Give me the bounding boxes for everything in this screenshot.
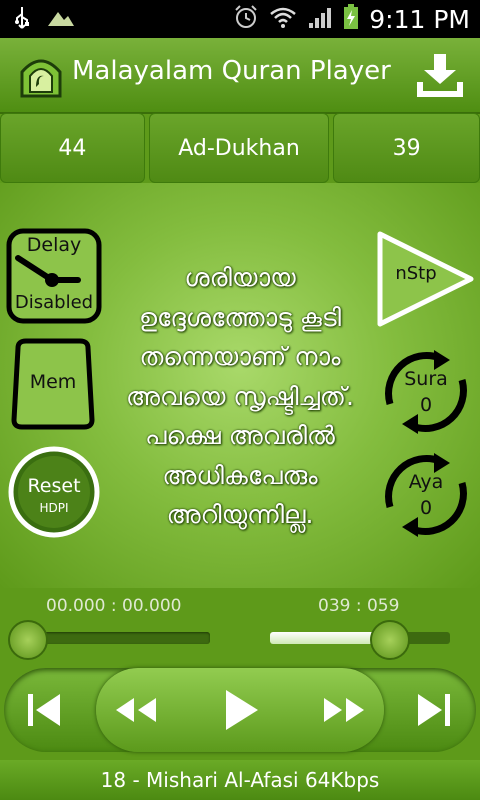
battery-charging-icon <box>343 4 359 34</box>
volume-slider[interactable] <box>270 620 452 660</box>
sura-repeat-label: Sura <box>404 368 448 390</box>
sura-number-button[interactable]: 44 <box>0 113 145 183</box>
sura-info-row: 44 Ad-Dukhan 39 <box>0 113 480 183</box>
next-step-button[interactable]: nStp <box>376 229 476 329</box>
delay-label: Delay <box>26 234 82 256</box>
skip-previous-icon[interactable] <box>24 692 64 732</box>
aya-repeat-label: Aya <box>408 471 444 493</box>
alarm-icon <box>233 4 259 34</box>
aya-count: 39 <box>392 135 421 161</box>
reciter-label: 18 - Mishari Al-Afasi 64Kbps <box>100 768 380 792</box>
sura-name-button[interactable]: Ad-Dukhan <box>148 113 330 183</box>
skip-next-icon[interactable] <box>414 692 454 732</box>
status-time: 9:11 PM <box>369 4 470 34</box>
mem-label: Mem <box>29 371 77 393</box>
aya-count-button[interactable]: 39 <box>333 113 480 183</box>
delay-status: Disabled <box>14 292 94 313</box>
mem-button[interactable]: Mem <box>10 338 96 430</box>
reset-label: Reset <box>27 475 81 497</box>
sura-repeat-value: 0 <box>419 394 433 416</box>
repeat-icon <box>385 350 467 434</box>
status-bar: 9:11 PM <box>0 0 480 38</box>
aya-repeat-button[interactable]: Aya 0 <box>380 449 472 541</box>
app-title: Malayalam Quran Player <box>72 56 391 86</box>
mosque-app-icon[interactable] <box>18 54 64 102</box>
download-icon[interactable] <box>416 52 464 102</box>
volume-thumb[interactable] <box>370 620 410 660</box>
progress-thumb[interactable] <box>8 620 48 660</box>
usb-icon <box>14 6 30 34</box>
progress-slider[interactable] <box>8 620 212 660</box>
delay-button[interactable]: Delay Disabled <box>6 228 102 324</box>
mountain-notification-icon <box>46 8 76 32</box>
sura-name: Ad-Dukhan <box>178 135 300 161</box>
fast-forward-icon[interactable] <box>322 696 366 728</box>
aya-repeat-value: 0 <box>419 497 433 519</box>
repeat-icon <box>385 453 467 537</box>
verse-text: ശരിയായ ഉദ്ദേശത്തോടു കൂടി തന്നെയാണ് നാം അ… <box>126 263 354 529</box>
title-bar: Malayalam Quran Player <box>0 38 480 114</box>
rewind-icon[interactable] <box>114 696 158 728</box>
progress-track <box>26 632 210 644</box>
time-row: 00.000 : 00.000 039 : 059 <box>0 590 480 660</box>
main-panel: Delay Disabled Mem Reset HDPI ശരിയായ ഉദ്… <box>0 183 480 588</box>
signal-icon <box>307 5 333 33</box>
reset-button[interactable]: Reset HDPI <box>7 445 101 539</box>
player-controls <box>0 662 480 760</box>
sura-number: 44 <box>58 135 87 161</box>
nstp-label: nStp <box>395 263 437 284</box>
wifi-icon <box>269 5 297 33</box>
elapsed-time: 00.000 : 00.000 <box>46 596 182 616</box>
play-icon[interactable] <box>222 688 262 736</box>
reset-sublabel: HDPI <box>39 501 69 515</box>
aya-position: 039 : 059 <box>318 596 400 616</box>
reciter-footer[interactable]: 18 - Mishari Al-Afasi 64Kbps <box>0 760 480 800</box>
sura-repeat-button[interactable]: Sura 0 <box>380 346 472 438</box>
